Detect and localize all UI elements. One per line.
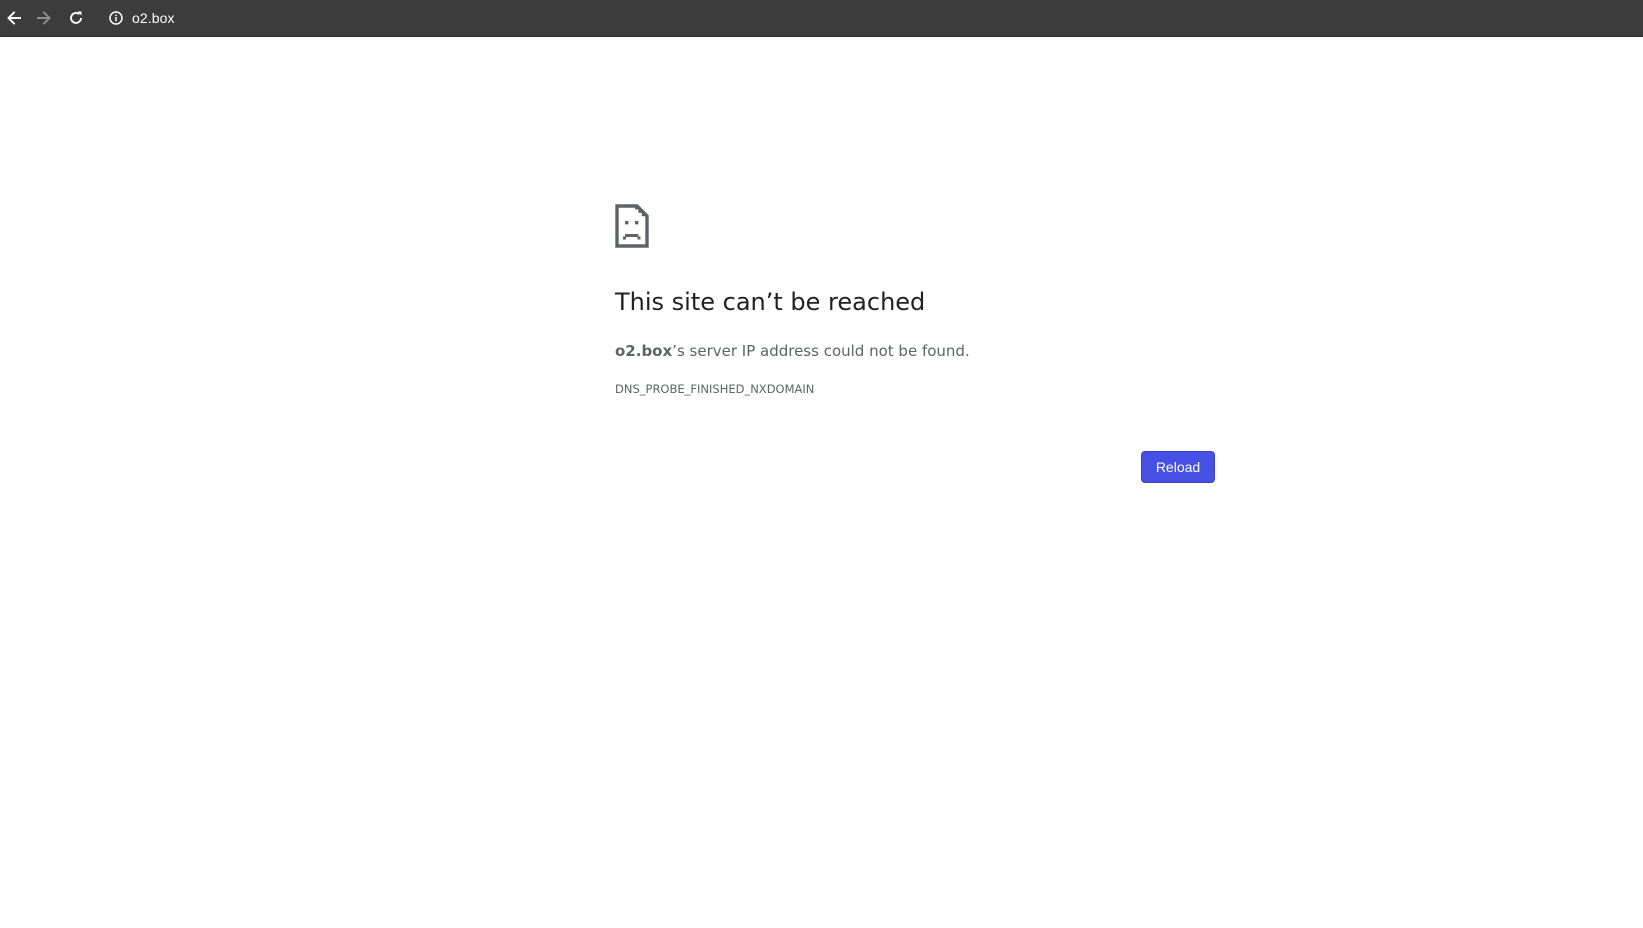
reload-button[interactable]: Reload — [1141, 451, 1215, 483]
error-code: DNS_PROBE_FINISHED_NXDOMAIN — [615, 382, 815, 396]
reload-nav-button[interactable] — [62, 4, 90, 32]
arrow-right-icon — [37, 11, 51, 25]
arrow-left-icon — [7, 11, 21, 25]
error-summary-text: ’s server IP address could not be found. — [672, 342, 970, 360]
url-text: o2.box — [132, 10, 175, 26]
error-title: This site can’t be reached — [615, 288, 926, 316]
reload-icon — [70, 11, 82, 24]
address-bar[interactable]: o2.box — [98, 4, 1638, 32]
info-circle-icon[interactable] — [106, 8, 126, 28]
browser-toolbar: o2.box — [0, 0, 1643, 37]
forward-button[interactable] — [30, 4, 58, 32]
error-host: o2.box — [615, 342, 673, 360]
sad-document-icon — [615, 204, 649, 248]
error-summary: o2.box’s server IP address could not be … — [615, 342, 970, 360]
back-button[interactable] — [0, 4, 28, 32]
